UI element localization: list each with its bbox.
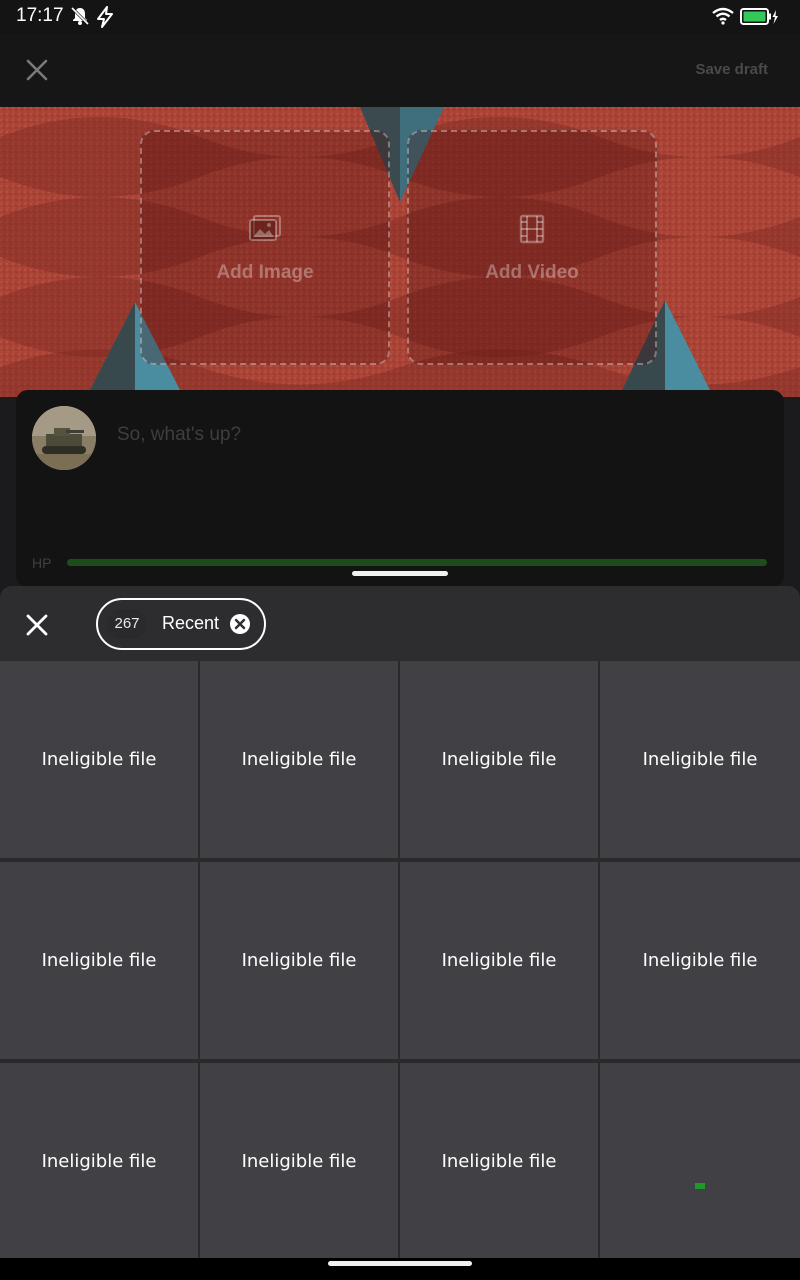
media-tile[interactable]: Ineligible file — [0, 661, 198, 858]
film-icon — [519, 214, 545, 248]
recent-filter-chip[interactable]: 267 Recent — [96, 598, 266, 650]
tile-label: Ineligible file — [642, 950, 758, 971]
media-tile[interactable]: Ineligible file — [200, 661, 398, 858]
wifi-icon — [712, 7, 734, 29]
charging-bolt-icon — [94, 6, 116, 32]
tile-label: Ineligible file — [241, 1151, 357, 1172]
image-icon — [248, 214, 282, 246]
media-tile[interactable]: Ineligible file — [600, 661, 800, 858]
avatar[interactable] — [32, 406, 96, 470]
save-draft-button[interactable]: Save draft — [695, 61, 768, 78]
media-tile[interactable]: Ineligible file — [0, 1063, 198, 1260]
status-bar: 17:17 — [0, 0, 800, 34]
status-time: 17:17 — [16, 5, 64, 26]
hp-progress-bar — [67, 559, 767, 566]
add-video-label: Add Video — [485, 262, 579, 283]
tile-label: Ineligible file — [41, 1151, 157, 1172]
tile-label: Ineligible file — [241, 749, 357, 770]
close-icon[interactable] — [24, 57, 50, 83]
media-grid: Ineligible file Ineligible file Ineligib… — [0, 661, 800, 1260]
navigation-bar — [0, 1258, 800, 1280]
post-text-input[interactable]: So, what's up? — [117, 424, 241, 446]
item-count-badge: 267 — [107, 609, 147, 639]
clear-circle-icon[interactable] — [230, 614, 250, 634]
home-gesture-handle[interactable] — [328, 1261, 472, 1266]
tile-label: Ineligible file — [642, 749, 758, 770]
tile-label: Ineligible file — [441, 950, 557, 971]
loading-indicator — [695, 1183, 705, 1189]
drag-handle[interactable] — [352, 571, 448, 576]
media-tile[interactable]: Ineligible file — [600, 862, 800, 1059]
add-image-box[interactable]: Add Image — [140, 130, 390, 365]
media-tile[interactable]: Ineligible file — [400, 862, 598, 1059]
media-tile[interactable]: Ineligible file — [0, 862, 198, 1059]
hp-label: HP — [32, 555, 52, 571]
compose-card: So, what's up? HP — [16, 390, 784, 587]
media-tile[interactable]: Ineligible file — [400, 661, 598, 858]
media-tile[interactable]: Ineligible file — [400, 1063, 598, 1260]
media-tile[interactable]: Ineligible file — [200, 862, 398, 1059]
add-video-box[interactable]: Add Video — [407, 130, 657, 365]
media-tile[interactable]: Ineligible file — [200, 1063, 398, 1260]
filter-label: Recent — [162, 613, 220, 633]
mute-icon — [70, 6, 90, 30]
tile-label: Ineligible file — [41, 950, 157, 971]
cover-background-art — [0, 107, 800, 397]
tile-label: Ineligible file — [241, 950, 357, 971]
hp-progress-fill — [67, 559, 767, 566]
tile-label: Ineligible file — [441, 1151, 557, 1172]
media-tile[interactable] — [600, 1063, 800, 1260]
tile-label: Ineligible file — [41, 749, 157, 770]
close-icon[interactable] — [25, 613, 49, 637]
tile-label: Ineligible file — [441, 749, 557, 770]
app-header: Save draft — [0, 34, 800, 107]
battery-icon — [740, 8, 780, 30]
add-image-label: Add Image — [216, 262, 314, 283]
media-picker-sheet: 267 Recent Ineligible file Ineligible fi… — [0, 586, 800, 1280]
